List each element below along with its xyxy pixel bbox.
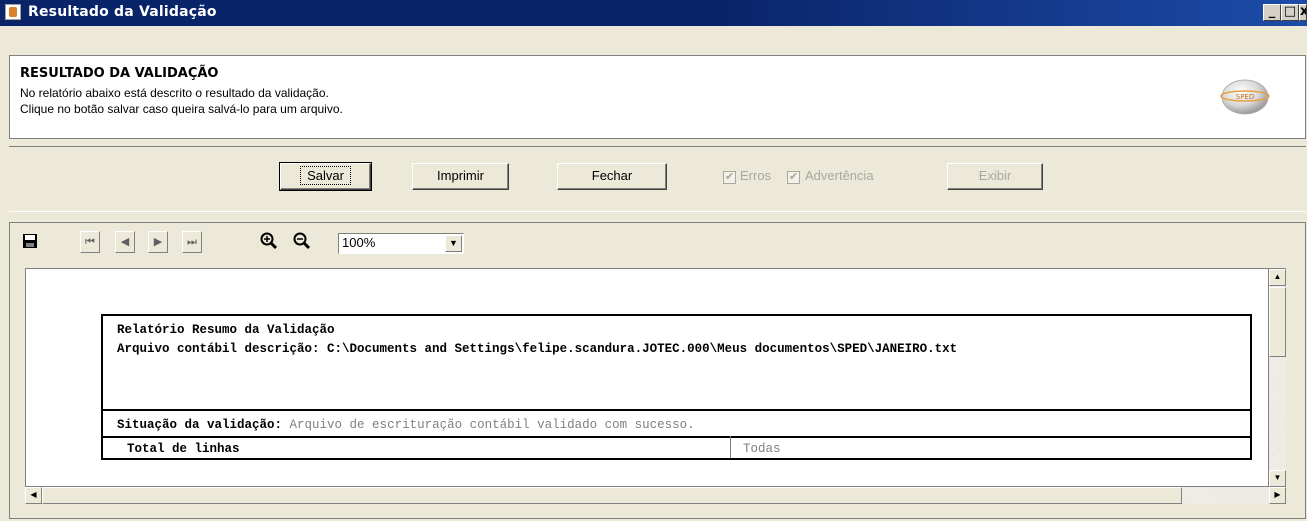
zoom-select[interactable]: 100% ▼ <box>338 233 464 254</box>
report-title: Relatório Resumo da Validação <box>117 323 335 337</box>
show-button[interactable]: Exibir <box>947 163 1043 190</box>
print-button[interactable]: Imprimir <box>412 163 509 190</box>
zoom-in-icon[interactable] <box>259 231 279 253</box>
status-value: Arquivo de escrituração contábil validad… <box>289 418 695 432</box>
close-window-button[interactable]: x <box>1299 4 1307 21</box>
header-description-line1: No relatório abaixo está descrito o resu… <box>20 86 329 100</box>
action-toolbar: Salvar Imprimir Fechar ✔ Erros ✔ Advertê… <box>9 146 1306 212</box>
report-status-row: Situação da validação: Arquivo de escrit… <box>117 418 695 432</box>
save-button[interactable]: Salvar <box>279 162 372 191</box>
horizontal-scroll-thumb[interactable] <box>42 487 1182 504</box>
scroll-up-icon[interactable]: ▲ <box>1269 269 1286 286</box>
status-label: Situação da validação: <box>117 418 283 432</box>
chevron-down-icon[interactable]: ▼ <box>445 235 462 252</box>
report-divider <box>103 409 1250 411</box>
save-button-label: Salvar <box>300 166 351 185</box>
first-page-icon[interactable]: ⏮ <box>80 231 100 253</box>
svg-text:SPED: SPED <box>1236 93 1254 101</box>
minimize-button[interactable]: _ <box>1263 4 1281 21</box>
title-bar: Resultado da Validação _ □ x <box>0 0 1307 26</box>
java-app-icon <box>5 4 21 20</box>
header-title: RESULTADO DA VALIDAÇÃO <box>20 66 219 81</box>
scroll-right-icon[interactable]: ▶ <box>1269 487 1286 504</box>
header-panel: RESULTADO DA VALIDAÇÃO No relatório abai… <box>9 55 1306 139</box>
vertical-scroll-thumb[interactable] <box>1269 287 1286 357</box>
maximize-button[interactable]: □ <box>1281 4 1299 21</box>
previous-page-icon[interactable]: ◀ <box>115 231 135 253</box>
sped-logo-icon: SPED <box>1220 79 1270 115</box>
report-file-path: Arquivo contábil descrição: C:\Documents… <box>117 342 958 356</box>
scroll-down-icon[interactable]: ▼ <box>1269 470 1286 487</box>
total-lines-value: Todas <box>743 442 781 456</box>
errors-checkbox-label: Erros <box>740 168 772 183</box>
window-title: Resultado da Validação <box>28 4 217 20</box>
scroll-left-icon[interactable]: ◀ <box>25 487 42 504</box>
total-lines-label: Total de linhas <box>127 442 240 456</box>
vertical-scrollbar[interactable]: ▲ ▼ <box>1269 268 1286 488</box>
zoom-value: 100% <box>342 235 376 250</box>
save-report-icon[interactable] <box>20 231 40 253</box>
report-divider <box>103 436 1250 438</box>
report-column-divider <box>730 436 731 458</box>
warnings-checkbox[interactable]: ✔ <box>787 171 800 184</box>
horizontal-scrollbar[interactable]: ◀ ▶ <box>25 487 1286 504</box>
last-page-icon[interactable]: ⏭ <box>182 231 202 253</box>
header-description-line2: Clique no botão salvar caso queira salvá… <box>20 102 343 116</box>
warnings-checkbox-label: Advertência <box>805 168 874 183</box>
next-page-icon[interactable]: ▶ <box>148 231 168 253</box>
errors-checkbox[interactable]: ✔ <box>723 171 736 184</box>
report-summary-table: Relatório Resumo da Validação Arquivo co… <box>101 314 1252 460</box>
close-button[interactable]: Fechar <box>557 163 667 190</box>
zoom-out-icon[interactable] <box>292 231 312 253</box>
